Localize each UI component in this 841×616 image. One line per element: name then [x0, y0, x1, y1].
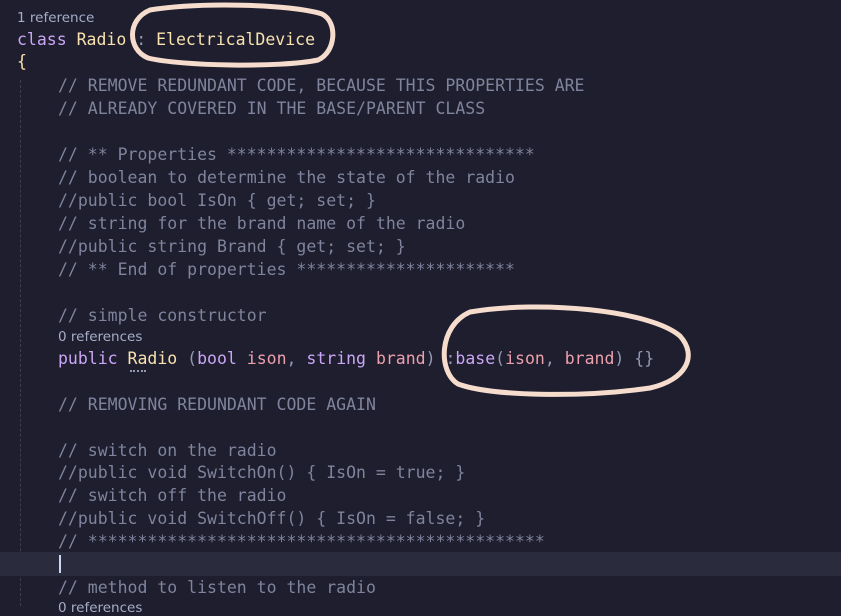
- code-line-comment[interactable]: // ** End of properties ****************…: [0, 258, 841, 281]
- paren-open: (: [495, 349, 506, 368]
- code-line-comment[interactable]: // boolean to determine the state of the…: [0, 166, 841, 189]
- arg-ison[interactable]: ison: [505, 349, 545, 368]
- keyword-string: string: [306, 349, 376, 368]
- comment-text: //public void SwitchOff() { IsOn = false…: [58, 509, 486, 528]
- codelens-class-references[interactable]: 1 reference: [17, 10, 94, 26]
- paren-close-body: ) {}: [614, 349, 655, 368]
- paren-open: (: [177, 349, 198, 368]
- comment-text: // simple constructor: [58, 306, 267, 325]
- current-line-highlight: [0, 552, 841, 576]
- code-line-comment[interactable]: // switch off the radio: [0, 484, 841, 507]
- comment-text: // string for the brand name of the radi…: [58, 214, 466, 233]
- codelens-method-references[interactable]: 0 references: [58, 600, 142, 616]
- paren-close-colon: ) :: [425, 349, 456, 368]
- arg-brand[interactable]: brand: [565, 349, 615, 368]
- base-class-name[interactable]: ElectricalDevice: [156, 30, 315, 49]
- comment-text: // ** Properties ***********************…: [58, 145, 535, 164]
- code-line-comment[interactable]: // REMOVE REDUNDANT CODE, BECAUSE THIS P…: [0, 74, 841, 97]
- code-line-comment[interactable]: //public string Brand { get; set; }: [0, 235, 841, 258]
- code-line-comment[interactable]: // ** Properties ***********************…: [0, 143, 841, 166]
- text-cursor: [59, 555, 61, 573]
- comment-text: // ** End of properties ****************…: [58, 260, 515, 279]
- code-editor[interactable]: 1 reference class Radio : ElectricalDevi…: [0, 0, 841, 616]
- keyword-public: public: [58, 349, 128, 368]
- code-line-comment[interactable]: // ALREADY COVERED IN THE BASE/PARENT CL…: [0, 97, 841, 120]
- keyword-base: base: [455, 349, 496, 368]
- constructor-name[interactable]: Radio: [128, 349, 178, 368]
- suggestion-dots-indicator[interactable]: [130, 367, 146, 372]
- comment-text: // switch off the radio: [58, 486, 287, 505]
- comment-text: //public void SwitchOn() { IsOn = true; …: [58, 463, 466, 482]
- keyword-bool: bool: [197, 349, 247, 368]
- comment-text: // REMOVING REDUNDANT CODE AGAIN: [58, 395, 376, 414]
- code-line-comment[interactable]: // string for the brand name of the radi…: [0, 212, 841, 235]
- comment-text: // switch on the radio: [58, 441, 277, 460]
- comment-text: // boolean to determine the state of the…: [58, 168, 515, 187]
- keyword-class: class: [17, 30, 67, 49]
- code-line-comment[interactable]: //public bool IsOn { get; set; }: [0, 189, 841, 212]
- param-brand[interactable]: brand: [376, 349, 426, 368]
- inheritance-colon: :: [126, 30, 157, 49]
- param-ison[interactable]: ison: [247, 349, 287, 368]
- code-line-comment[interactable]: // *************************************…: [0, 530, 841, 553]
- code-line-comment[interactable]: // REMOVING REDUNDANT CODE AGAIN: [0, 393, 841, 416]
- code-line-constructor[interactable]: public Radio (bool ison, string brand) :…: [0, 347, 841, 370]
- comment-text: // REMOVE REDUNDANT CODE, BECAUSE THIS P…: [58, 76, 585, 95]
- class-name[interactable]: Radio: [77, 30, 127, 49]
- codelens-constructor-references[interactable]: 0 references: [58, 329, 142, 345]
- comment-text: // method to listen to the radio: [58, 578, 376, 597]
- comment-text: // ALREADY COVERED IN THE BASE/PARENT CL…: [58, 99, 486, 118]
- comment-text: // *************************************…: [58, 532, 545, 551]
- code-line-comment[interactable]: // method to listen to the radio: [0, 576, 841, 599]
- comment-text: //public string Brand { get; set; }: [58, 237, 406, 256]
- code-line-comment[interactable]: //public void SwitchOn() { IsOn = true; …: [0, 461, 841, 484]
- code-line-comment[interactable]: // simple constructor: [0, 304, 841, 327]
- comma: ,: [544, 349, 565, 368]
- code-line-comment[interactable]: // switch on the radio: [0, 439, 841, 462]
- code-line-comment[interactable]: //public void SwitchOff() { IsOn = false…: [0, 507, 841, 530]
- comment-text: //public bool IsOn { get; set; }: [58, 191, 376, 210]
- code-line-class-declaration[interactable]: class Radio : ElectricalDevice: [0, 28, 841, 51]
- comma: ,: [286, 349, 307, 368]
- code-line-open-brace[interactable]: {: [0, 50, 841, 73]
- open-brace: {: [17, 52, 27, 71]
